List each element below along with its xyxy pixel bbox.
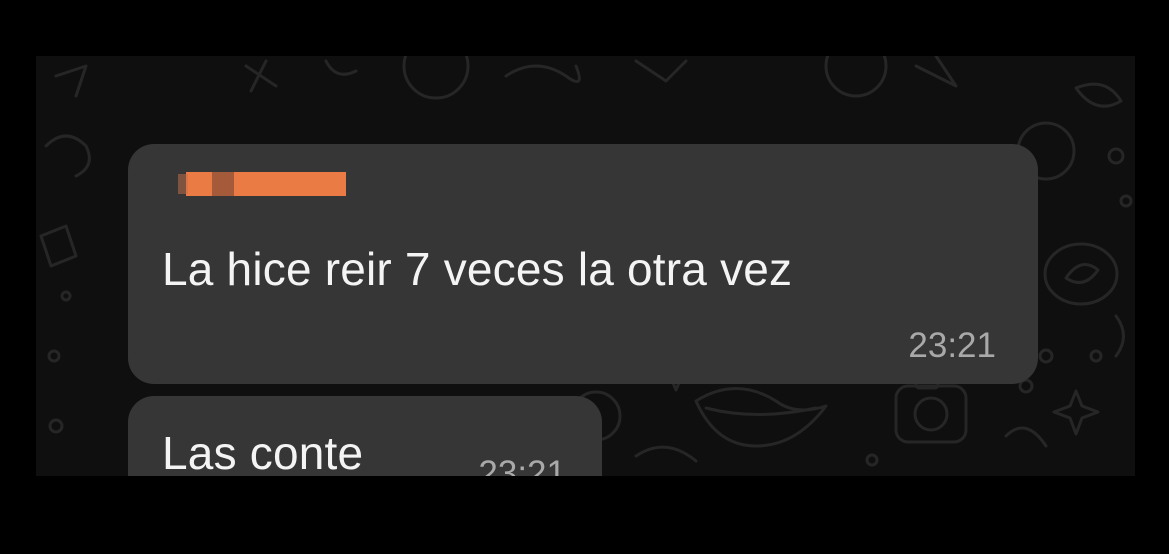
- message-text: Las conte: [162, 427, 364, 476]
- message-bubble[interactable]: Las conte 23:21: [128, 396, 602, 476]
- message-text: La hice reir 7 veces la otra vez: [162, 243, 793, 295]
- redaction-smudge: [178, 174, 188, 194]
- redaction-smudge: [212, 172, 234, 196]
- message-bubble[interactable]: La hice reir 7 veces la otra vez 23:21: [128, 144, 1038, 384]
- leaf-icon: [1043, 82, 1123, 306]
- camera-icon: [894, 376, 968, 444]
- chat-area: La hice reir 7 veces la otra vez 23:21 L…: [36, 56, 1135, 476]
- sender-name-redaction: [178, 172, 346, 196]
- message-timestamp: 23:21: [908, 326, 996, 365]
- lips-icon: [694, 387, 828, 448]
- message-timestamp: 23:21: [478, 454, 566, 476]
